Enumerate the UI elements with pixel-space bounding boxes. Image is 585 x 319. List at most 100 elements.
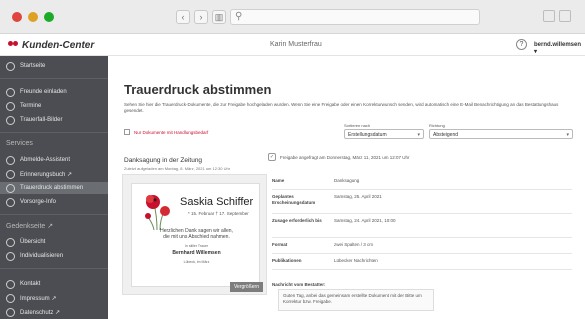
address-bar[interactable]: ⚲	[230, 9, 480, 25]
back-button[interactable]: ‹	[176, 10, 190, 24]
detail-value: zwei Spalten / 3 cm	[334, 242, 374, 247]
direction-label: Richtung	[429, 123, 445, 128]
sidebar-item-abmelde-assistent[interactable]: Abmelde-Assistent	[0, 154, 108, 166]
sidebar-item-startseite[interactable]: Startseite	[0, 60, 108, 72]
document-preview[interactable]: Saskia Schiffer * 15. Februar † 17. Sept…	[122, 174, 267, 295]
release-status: ✓ Freigabe angefragt am Donnerstag, März…	[268, 153, 410, 161]
direction-select[interactable]: Absteigend ▾	[429, 129, 573, 139]
sidebar-item-label: Termine	[20, 103, 42, 109]
sidebar-item-trauerfall-bilder[interactable]: Trauerfall-Bilder	[0, 114, 108, 126]
detail-row: Zusage erforderlich bis Samstag, 24. Apr…	[272, 214, 572, 238]
sidebar-item-termine[interactable]: Termine	[0, 100, 108, 112]
preview-dates: * 15. Februar † 17. September	[188, 211, 249, 216]
page-intro: Sehen Sie hier die Trauerdruck-Dokumente…	[124, 102, 559, 113]
sidebar-divider	[0, 78, 108, 79]
direction-value: Absteigend	[433, 132, 459, 138]
invite-icon	[6, 87, 15, 97]
document-icon	[6, 293, 15, 303]
app-name: Kunden-Center	[22, 40, 95, 51]
window-controls	[12, 12, 54, 22]
filter-handlungsbedarf[interactable]: Nur Dokumente mit Handlungsbedarf	[124, 129, 208, 135]
document-upload-date: Zuletzt aufgeladen am Montag, 8. März, 2…	[124, 166, 231, 171]
sidebar-item-impressum[interactable]: Impressum ↗	[0, 292, 108, 304]
contact-icon	[6, 279, 15, 289]
forward-button[interactable]: ›	[194, 10, 208, 24]
preview-place: Lübeck, im März	[183, 260, 210, 264]
app-logo[interactable]: Kunden-Center	[8, 40, 94, 51]
sidebar-divider	[0, 214, 108, 215]
sidebar-item-label: Erinnerungsbuch ↗	[20, 171, 73, 178]
detail-value: Samstag, 25. April 2021	[334, 194, 382, 199]
tabs-icon[interactable]	[559, 10, 571, 22]
check-icon	[6, 183, 15, 193]
sidebar-item-label: Übersicht	[20, 239, 46, 245]
sidebar: Startseite Freunde einladen Termine Trau…	[0, 56, 108, 319]
privacy-icon	[6, 307, 15, 317]
sidebar-section-gedenkseite[interactable]: Gedenkseite ↗	[6, 222, 53, 230]
detail-label: Name	[272, 178, 285, 183]
detail-label: Geplantes Erscheinungsdatum	[272, 194, 316, 205]
undertaker-message: Guten Tag, anbei das gemeinsam erstellte…	[278, 289, 434, 311]
sidebar-item-label: Trauerdruck abstimmen	[20, 185, 84, 191]
detail-row: Name Danksagung	[272, 174, 572, 190]
sidebar-divider	[0, 132, 108, 133]
sidebar-item-freunde-einladen[interactable]: Freunde einladen	[0, 86, 108, 98]
app-header: Kunden-Center Karin Musterfrau ? bernd.w…	[0, 34, 585, 56]
customize-icon	[6, 251, 15, 261]
detail-value: Danksagung	[334, 178, 360, 183]
browser-toolbar: ‹ › ▥ ⚲	[0, 0, 585, 34]
filter-checkbox[interactable]	[124, 129, 130, 135]
document-title: Danksagung in der Zeitung	[124, 157, 203, 164]
preview-page: Saskia Schiffer * 15. Februar † 17. Sept…	[131, 183, 260, 287]
sidebar-item-datenschutz[interactable]: Datenschutz ↗	[0, 306, 108, 318]
share-icon[interactable]	[543, 10, 555, 22]
sidebar-item-vorsorge-info[interactable]: Vorsorge-Info	[0, 196, 108, 208]
preview-name: Saskia Schiffer	[180, 196, 254, 208]
sidebar-item-uebersicht[interactable]: Übersicht	[0, 236, 108, 248]
release-note: Freigabe angefragt am Donnerstag, März 1…	[280, 154, 410, 160]
sidebar-toggle-button[interactable]: ▥	[212, 10, 226, 24]
preview-mourning: In stiller Trauer	[184, 244, 209, 248]
detail-value: Lübecker Nachrichten	[334, 258, 378, 263]
page-title: Trauerdruck abstimmen	[124, 82, 272, 97]
chevron-down-icon: ▾	[566, 132, 569, 138]
detail-label: Publikationen	[272, 258, 302, 263]
sidebar-item-label: Impressum ↗	[20, 295, 57, 302]
sort-label: Sortieren nach	[344, 123, 371, 128]
sidebar-item-trauerdruck-abstimmen[interactable]: Trauerdruck abstimmen	[0, 182, 108, 194]
sidebar-item-individualisieren[interactable]: Individualisieren	[0, 250, 108, 262]
sidebar-item-label: Vorsorge-Info	[20, 199, 57, 205]
sidebar-divider	[0, 268, 108, 269]
maximize-window-button[interactable]	[44, 12, 54, 22]
preview-signer: Bernhard Willemsen	[172, 250, 221, 256]
minimize-window-button[interactable]	[28, 12, 38, 22]
search-icon: ⚲	[235, 11, 243, 22]
filter-label: Nur Dokumente mit Handlungsbedarf	[134, 129, 209, 135]
account-menu[interactable]: bernd.willemsen ▾	[534, 42, 585, 55]
sidebar-item-label: Startseite	[20, 63, 46, 69]
detail-row: Format zwei Spalten / 3 cm	[272, 238, 572, 254]
sidebar-item-label: Freunde einladen	[20, 89, 67, 95]
detail-row: Geplantes Erscheinungsdatum Samstag, 25.…	[272, 190, 572, 214]
assistant-icon	[6, 155, 15, 165]
close-window-button[interactable]	[12, 12, 22, 22]
enlarge-button[interactable]: Vergrößern	[229, 282, 263, 292]
detail-value: Samstag, 24. April 2021, 10:00	[334, 218, 396, 223]
sidebar-item-label: Trauerfall-Bilder	[20, 117, 63, 123]
sidebar-section-services: Services	[6, 140, 33, 147]
logo-icon	[8, 41, 18, 50]
sidebar-item-label: Datenschutz ↗	[20, 309, 61, 316]
sidebar-item-label: Individualisieren	[20, 253, 64, 259]
sort-select[interactable]: Erstellungsdatum ▾	[344, 129, 424, 139]
poppy-icon	[145, 195, 170, 230]
preview-thanks: Herzlichen Dank sagen wir allen, die mit…	[132, 228, 261, 240]
sidebar-item-erinnerungsbuch[interactable]: Erinnerungsbuch ↗	[0, 168, 108, 180]
calendar-icon	[6, 101, 15, 111]
sidebar-item-kontakt[interactable]: Kontakt	[0, 278, 108, 290]
book-icon	[6, 169, 15, 179]
help-icon[interactable]: ?	[516, 39, 527, 50]
detail-row: Publikationen Lübecker Nachrichten	[272, 254, 572, 270]
sidebar-item-label: Kontakt	[20, 281, 41, 287]
preview-thanks-line: die mit uns Abschied nahmen.	[163, 234, 230, 240]
message-heading: Nachricht vom Bestatter:	[272, 282, 326, 287]
